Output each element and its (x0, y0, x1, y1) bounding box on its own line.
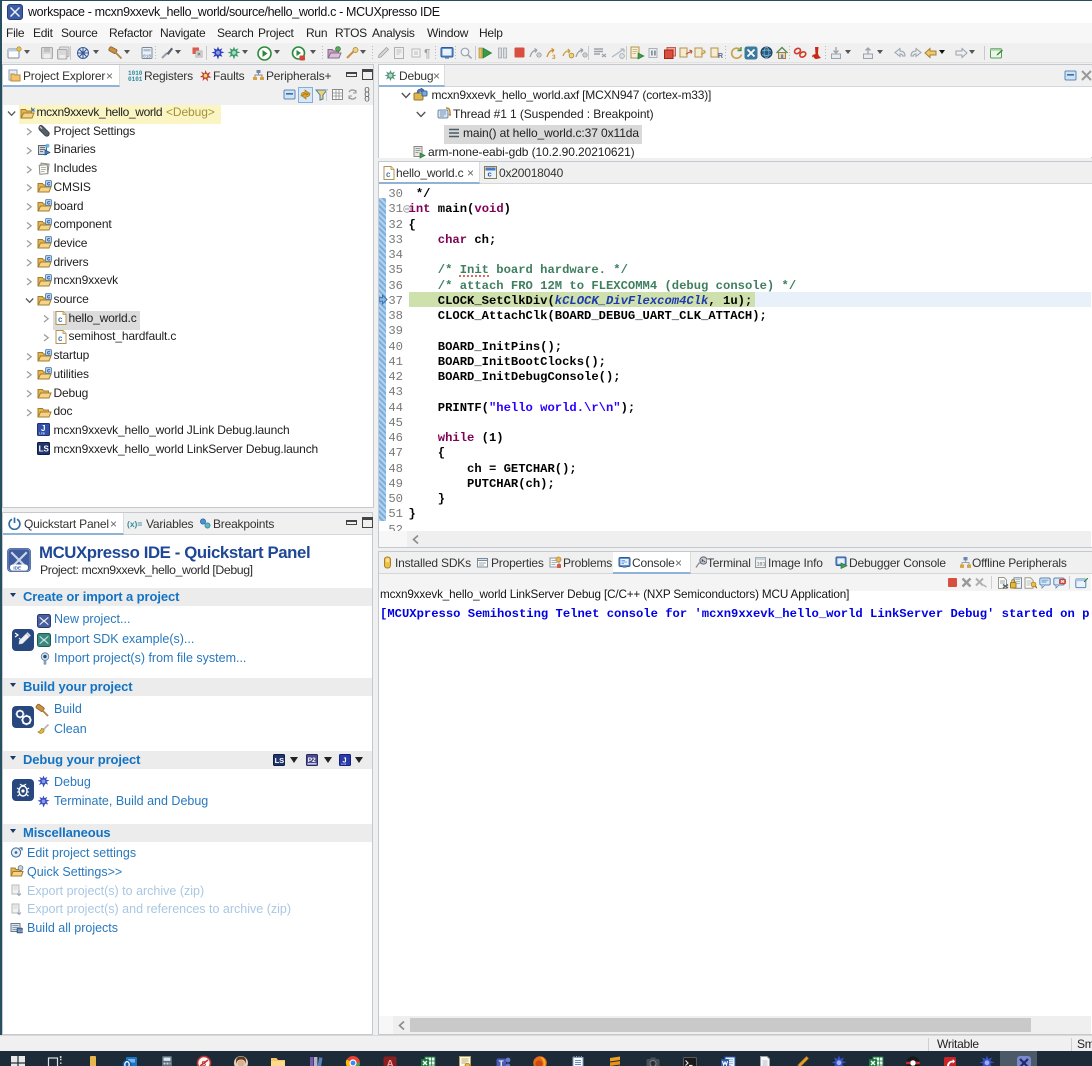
svg-text:A: A (387, 1059, 394, 1066)
svg-text:101: 101 (757, 562, 766, 568)
svg-text:c: c (386, 170, 391, 179)
svg-text:LS: LS (275, 756, 285, 765)
svg-text:Link: Link (39, 432, 46, 436)
svg-text:P2: P2 (308, 757, 316, 764)
svg-text:(x)=: (x)= (127, 519, 142, 529)
svg-text:0101: 0101 (128, 76, 142, 82)
svg-text:c: c (58, 334, 63, 343)
svg-text:¶: ¶ (424, 47, 430, 61)
svg-text:Link: Link (341, 762, 347, 766)
svg-text:LS: LS (39, 445, 50, 454)
svg-text:3: 3 (552, 54, 556, 60)
svg-text:c: c (488, 170, 492, 179)
svg-text:010: 010 (18, 929, 23, 933)
svg-text:R: R (718, 53, 723, 60)
svg-text:T: T (499, 1060, 504, 1066)
svg-text:010: 010 (143, 54, 151, 60)
svg-text:S: S (202, 1061, 207, 1066)
svg-text:c: c (58, 315, 63, 324)
svg-text:IDE: IDE (13, 566, 21, 571)
